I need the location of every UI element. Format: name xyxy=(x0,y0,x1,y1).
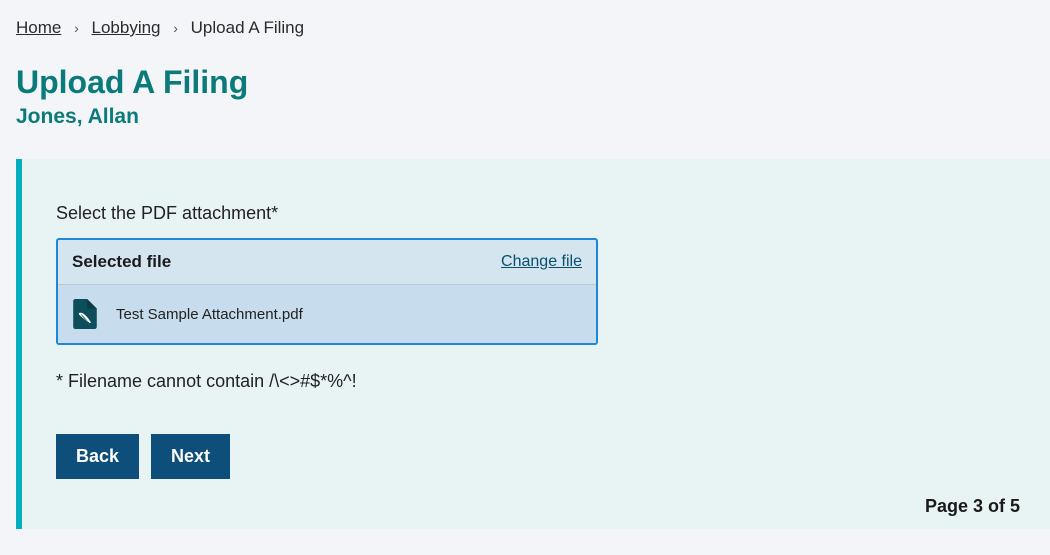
upload-panel: Select the PDF attachment* Selected file… xyxy=(16,159,1050,529)
next-button[interactable]: Next xyxy=(151,434,230,479)
back-button[interactable]: Back xyxy=(56,434,139,479)
breadcrumb-lobbying[interactable]: Lobbying xyxy=(92,18,161,37)
chevron-right-icon: › xyxy=(74,20,79,36)
subtitle-person-name: Jones, Allan xyxy=(0,105,1050,159)
pdf-file-icon xyxy=(72,299,98,329)
chevron-right-icon: › xyxy=(173,20,178,36)
filename-helper-text: * Filename cannot contain /\<>#$*%^! xyxy=(56,371,1016,392)
change-file-link[interactable]: Change file xyxy=(501,253,582,271)
page-title: Upload A Filing xyxy=(0,46,1050,105)
breadcrumb-current: Upload A Filing xyxy=(191,18,304,37)
field-label: Select the PDF attachment* xyxy=(56,203,1016,224)
file-row: Test Sample Attachment.pdf xyxy=(58,285,596,343)
file-name: Test Sample Attachment.pdf xyxy=(116,306,303,323)
breadcrumb: Home › Lobbying › Upload A Filing xyxy=(0,0,1050,46)
breadcrumb-home[interactable]: Home xyxy=(16,18,61,37)
page-counter: Page 3 of 5 xyxy=(925,496,1020,517)
selected-file-label: Selected file xyxy=(72,252,171,272)
selected-file-box: Selected file Change file Test Sample At… xyxy=(56,238,598,345)
button-row: Back Next xyxy=(56,434,1016,479)
selected-file-header: Selected file Change file xyxy=(58,240,596,285)
